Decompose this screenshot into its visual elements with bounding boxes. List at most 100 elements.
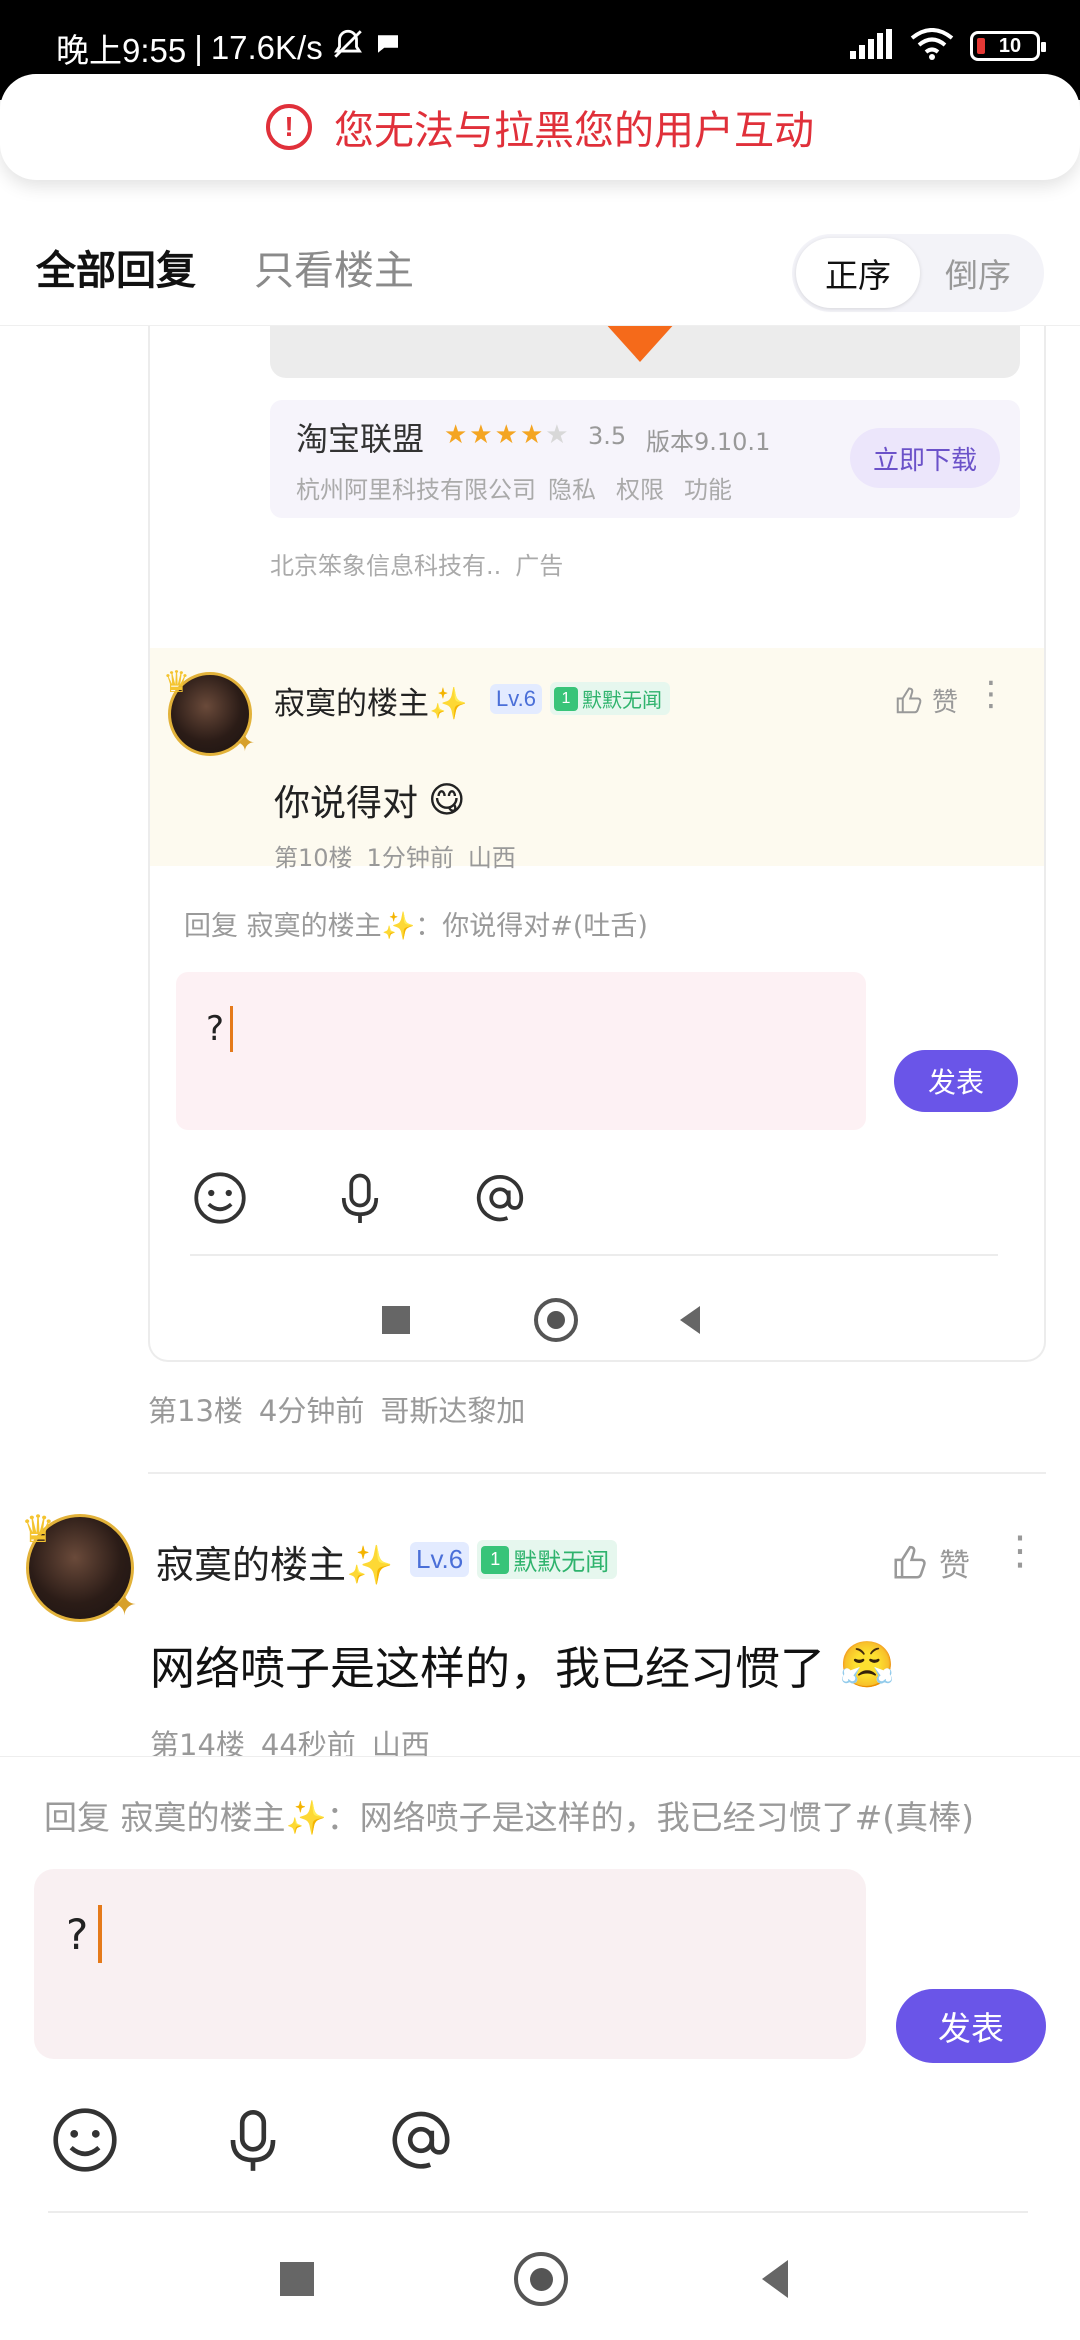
sort-toggle: 正序 倒序 [792,234,1044,312]
at-mention-icon[interactable] [384,2103,458,2177]
chat-bubble-icon [373,29,403,67]
tab-all-replies[interactable]: 全部回复 [36,238,196,296]
medal-badge: 1 默默无闻 [549,682,670,715]
floor13-location: 哥斯达黎加 [380,1394,526,1428]
like-icon: 赞 [894,682,958,719]
sort-descending-button[interactable]: 倒序 [916,238,1040,308]
wifi-icon [910,28,954,64]
ad-version: 版本9.10.1 [646,428,771,456]
status-separator: | [194,29,203,66]
reply-hint: 回复 寂寞的楼主✨：网络喷子是这样的，我已经习惯了#(真棒) [44,1798,974,1837]
embedded-system-nav [150,1290,1044,1360]
back-button[interactable] [762,2260,788,2298]
ad-app-card: 淘宝联盟 ★★★★★ 3.5 版本9.10.1 杭州阿里科技有限公司 隐私 权限… [270,400,1020,518]
home-icon [534,1298,578,1342]
microphone-icon[interactable] [216,2103,290,2177]
embedded-screenshot[interactable]: 淘宝联盟 ★★★★★ 3.5 版本9.10.1 杭州阿里科技有限公司 隐私 权限… [148,250,1046,1362]
level-badge: Lv.6 [410,1542,470,1577]
avatar: ♛ ✦ [163,665,255,757]
thumbs-up-icon [894,1545,926,1579]
floor13-floor: 第13楼 [148,1394,243,1428]
sort-ascending-button[interactable]: 正序 [796,238,920,308]
recent-apps-button[interactable] [280,2262,314,2296]
text-caret [230,1006,234,1052]
ad-links: 隐私 权限 功能 [548,470,732,505]
medal-number: 1 [481,1545,510,1574]
ad-link-features: 功能 [684,476,732,504]
floor13-meta: 第13楼 4分钟前 哥斯达黎加 [148,1388,525,1430]
like-button[interactable]: 赞 [891,1540,970,1585]
crown-icon: ♛ [21,1507,56,1551]
user-badges: Lv.6 1 默默无闻 [490,682,670,715]
ad-link-permissions: 权限 [616,476,664,504]
like-label: 赞 [931,688,958,718]
bell-off-icon [331,27,365,69]
ad-source: 北京笨象信息科技有.. 广告 [270,546,563,581]
tongue-emoji-icon: 😋 [428,779,466,821]
user-badges: Lv.6 1 默默无闻 [410,1540,618,1579]
comment-floor: 第10楼 [274,844,353,872]
divider [48,2211,1028,2213]
level-badge: Lv.6 [490,683,542,714]
comment-username[interactable]: 寂寞的楼主✨ [156,1534,393,1589]
text-caret [98,1905,103,1963]
reply-input[interactable]: ? [34,1869,866,2059]
status-time: 晚上9:55 [56,32,187,69]
medal-number: 1 [553,686,578,711]
ad-company: 杭州阿里科技有限公司 [296,476,536,504]
embedded-reply-hint: 回复 寂寞的楼主✨：你说得对#(吐舌) [184,911,648,942]
gift-icon: ✦ [234,729,255,757]
send-button[interactable]: 发表 [896,1989,1046,2063]
crown-icon: ♛ [163,665,190,700]
embedded-reply-input: ? [176,972,866,1130]
ad-link-privacy: 隐私 [548,476,596,504]
status-right: 10 [850,28,1046,64]
gift-icon: ✦ [111,1588,137,1623]
angry-emoji-icon: 😤 [839,1638,896,1691]
comment-text[interactable]: 网络喷子是这样的，我已经习惯了 😤 [150,1632,895,1697]
reply-tabs: 全部回复 只看楼主 正序 倒序 [0,200,1080,326]
embedded-send-button: 发表 [894,1050,1018,1112]
battery-icon: 10 [970,31,1046,61]
comment-time: 1分钟前 [366,844,454,872]
medal-name: 默默无闻 [513,1548,610,1576]
ad-source-name: 北京笨象信息科技有.. [270,552,502,580]
more-options-icon[interactable]: ⋮ [1000,1528,1040,1574]
comment-username: 寂寞的楼主✨ [274,686,468,722]
comment-body: 网络喷子是这样的，我已经习惯了 [150,1642,826,1695]
ad-app-name: 淘宝联盟 [296,420,425,458]
floor13-time: 4分钟前 [258,1394,365,1428]
more-icon: ⋮ [974,674,1008,714]
status-left: 晚上9:55 | 17.6K/s [56,24,403,72]
ad-rating: 3.5 [588,422,627,450]
medal-name: 默默无闻 [581,688,662,712]
ad-label: 广告 [515,552,564,580]
back-icon [680,1306,700,1334]
tab-owner-only[interactable]: 只看楼主 [254,238,414,296]
embedded-toolbar [190,1168,530,1228]
star-rating-icon: ★★★★★ [444,420,571,450]
emoji-icon [190,1168,250,1228]
embedded-comment: ♛ ✦ 寂寞的楼主✨ Lv.6 1 默默无闻 赞 ⋮ 你说得对 😋 第10楼 1分… [150,648,1044,872]
comment-text: 你说得对 😋 [274,774,466,826]
recent-apps-icon [382,1306,410,1334]
avatar[interactable]: ♛ ✦ [21,1507,137,1623]
medal-badge[interactable]: 1 默默无闻 [477,1540,618,1579]
like-label: 赞 [939,1548,970,1584]
system-nav-bar [0,2230,1080,2340]
status-speed: 17.6K/s [210,29,323,66]
reply-toolbar [48,2103,458,2177]
comment-body: 你说得对 [274,783,419,824]
reply-input-value: ? [66,1909,89,1959]
ad-download-button: 立即下载 [850,428,1000,488]
warning-icon: ! [266,104,312,150]
at-mention-icon [470,1168,530,1228]
divider [190,1254,998,1256]
comment-meta: 第10楼 1分钟前 山西 [274,838,516,873]
comment-location: 山西 [467,844,516,872]
divider [148,1472,1046,1474]
embedded-input-value: ? [206,1009,225,1049]
home-button[interactable] [514,2252,568,2306]
emoji-icon[interactable] [48,2103,122,2177]
toast-text: 您无法与拉黑您的用户互动 [334,108,814,154]
